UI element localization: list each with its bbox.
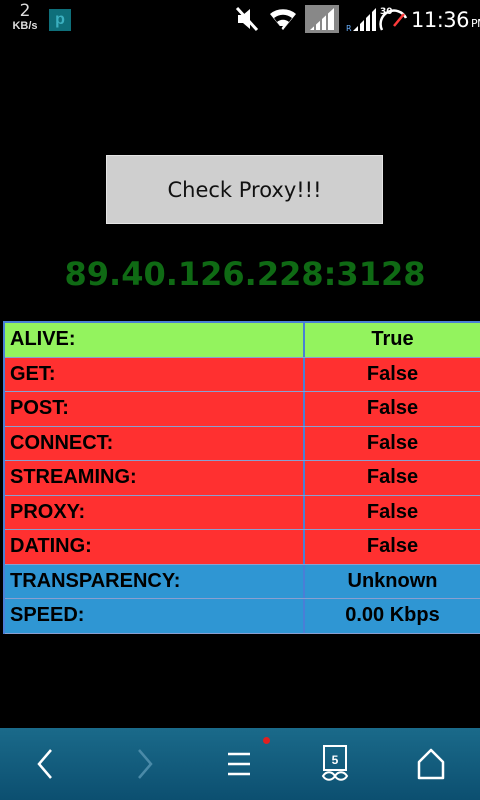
speedometer-value: 30 (380, 7, 393, 17)
result-label: CONNECT: (5, 426, 305, 460)
clock-ampm: PM (471, 17, 480, 30)
results-table: ALIVE: True GET: False POST: False CONNECT: Fal… (3, 321, 480, 634)
result-value: False (305, 461, 480, 495)
forward-button[interactable] (114, 736, 174, 792)
home-button[interactable] (401, 736, 461, 792)
result-row: SPEED: 0.00 Kbps (5, 599, 480, 634)
result-row: POST: False (5, 392, 480, 427)
tabs-button[interactable]: 5 (305, 736, 365, 792)
result-row: CONNECT: False (5, 426, 480, 461)
speedometer-icon: 30 (379, 7, 408, 31)
check-proxy-button[interactable]: Check Proxy!!! (106, 155, 383, 224)
result-value: False (305, 530, 480, 564)
result-label: POST: (5, 392, 305, 426)
wifi-icon (270, 9, 296, 31)
result-value: 0.00 Kbps (305, 599, 480, 633)
back-button[interactable] (16, 736, 76, 792)
tab-count: 5 (331, 753, 339, 767)
result-label: TRANSPARENCY: (5, 564, 305, 598)
notification-dot (263, 737, 270, 744)
clock-time: 11:36 (411, 8, 470, 32)
p-app-icon: p (49, 9, 71, 31)
result-value: False (305, 357, 480, 391)
result-label: GET: (5, 357, 305, 391)
result-row: DATING: False (5, 530, 480, 565)
result-row: TRANSPARENCY: Unknown (5, 564, 480, 599)
status-bar: 2 KB/s p R 30 11:36PM (0, 0, 480, 40)
result-row: STREAMING: False (5, 461, 480, 496)
result-value: False (305, 495, 480, 529)
result-value: True (305, 323, 480, 357)
navigation-bar: 5 (0, 728, 480, 800)
menu-icon (228, 752, 250, 776)
mute-icon (235, 6, 259, 32)
home-icon (417, 748, 445, 780)
svg-text:R: R (346, 24, 352, 33)
result-label: SPEED: (5, 599, 305, 633)
result-row: GET: False (5, 357, 480, 392)
data-signal-icon (305, 5, 339, 33)
result-value: False (305, 426, 480, 460)
result-label: DATING: (5, 530, 305, 564)
network-speed-value: 2 (19, 1, 31, 21)
result-label: ALIVE: (5, 323, 305, 357)
cell-signal-icon: R (346, 8, 376, 33)
result-row: PROXY: False (5, 495, 480, 530)
result-label: PROXY: (5, 495, 305, 529)
result-value: False (305, 392, 480, 426)
network-speed: 2 KB/s (8, 3, 42, 32)
forward-icon (138, 749, 153, 779)
network-speed-unit: KB/s (12, 20, 38, 32)
clock: 11:36PM (411, 8, 480, 32)
back-icon (37, 749, 52, 779)
menu-button[interactable] (209, 736, 269, 792)
result-value: Unknown (305, 564, 480, 598)
result-label: STREAMING: (5, 461, 305, 495)
proxy-address: 89.40.126.228:3128 (64, 255, 426, 293)
result-row: ALIVE: True (5, 323, 480, 358)
